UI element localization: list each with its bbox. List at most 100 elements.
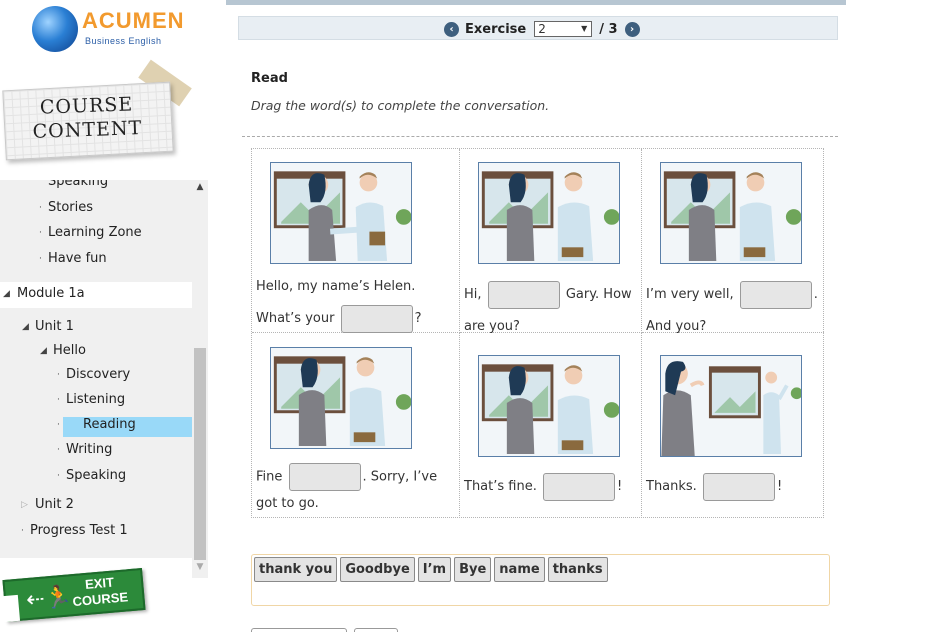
tree-item-label: Reading: [83, 417, 136, 432]
exercise-cell-1: Hello, my name’s Helen. What’s your ?: [252, 149, 460, 333]
exit-label-line2: COURSE: [71, 589, 129, 610]
bullet-icon: ·: [39, 254, 42, 264]
exit-sign[interactable]: ⇠🏃 EXIT COURSE: [1, 567, 146, 623]
collapsed-arrow-icon[interactable]: ▷: [21, 495, 28, 515]
illustration-handshake: [270, 162, 412, 264]
tree-item-hello[interactable]: ◢ Hello: [0, 341, 192, 365]
cell-4-text: Fine . Sorry, I’ve got to go.: [256, 463, 456, 517]
tree-item-label: Module 1a: [17, 286, 85, 301]
prev-exercise-icon[interactable]: ‹: [444, 21, 459, 37]
drop-zone-3[interactable]: [739, 280, 812, 309]
expanded-arrow-icon[interactable]: ◢: [40, 341, 47, 361]
logo-brand: ACUMEN: [82, 8, 185, 33]
word-chip-bye[interactable]: Bye: [454, 557, 492, 582]
acumen-logo: ACUMEN Business English: [28, 4, 188, 56]
word-bank: thank you Goodbye I’m Bye name thanks: [251, 554, 830, 606]
cell-4-text-before: Fine: [256, 469, 283, 485]
illustration-goodbye: [478, 355, 620, 457]
bullet-icon: ·: [21, 526, 24, 536]
exercise-cell-4: Fine . Sorry, I’ve got to go.: [252, 333, 460, 518]
illustration-waving: [660, 355, 802, 457]
cell-6-text: Thanks. !: [646, 471, 822, 503]
globe-icon: [32, 6, 78, 52]
tree-item-label: Listening: [66, 392, 126, 407]
divider: [242, 136, 838, 137]
exercise-total: / 3: [599, 21, 618, 37]
bullet-icon: ·: [39, 203, 42, 213]
tree-item-label: Learning Zone: [48, 225, 142, 240]
bullet-icon: ·: [57, 420, 60, 430]
drop-zone-6[interactable]: [702, 472, 775, 501]
drop-zone-4[interactable]: [288, 463, 361, 491]
tree-item-module-1a[interactable]: ◢ Module 1a: [0, 284, 192, 308]
tree-item-label: Have fun: [48, 251, 107, 266]
cell-5-text-before: That’s fine.: [464, 479, 537, 494]
exit-course-button[interactable]: ⇠🏃 EXIT COURSE: [0, 566, 150, 623]
bullet-icon: ·: [57, 395, 60, 405]
expanded-arrow-icon[interactable]: ◢: [22, 317, 29, 337]
tree-item-discovery[interactable]: · Discovery: [0, 365, 192, 389]
tree-item-writing[interactable]: · Writing: [0, 440, 192, 464]
word-chip-thanks[interactable]: thanks: [547, 557, 608, 582]
exercise-navigator: ‹ Exercise 2 ▼ / 3 ›: [238, 16, 838, 40]
drop-zone-2[interactable]: [487, 280, 560, 309]
tree-item-label: Hello: [53, 343, 86, 358]
word-chip-name[interactable]: name: [494, 557, 545, 582]
tree-item-label: Speaking: [66, 468, 127, 483]
scroll-up-icon[interactable]: ▲: [192, 182, 208, 196]
course-tree: Speaking · Stories · Learning Zone · Hav…: [0, 180, 208, 578]
tree-item-label: Stories: [48, 200, 94, 215]
cell-5-text: That’s fine. !: [464, 471, 640, 503]
illustration-greeting: [478, 162, 620, 264]
tree-item-unit-2[interactable]: ▷ Unit 2: [0, 495, 192, 519]
tree-item-label: Writing: [66, 442, 113, 457]
cell-1-text-after: ?: [414, 311, 422, 326]
cell-2-text-before: Hi,: [464, 287, 482, 302]
tree-item-listening[interactable]: · Listening: [0, 390, 192, 414]
bullet-icon: ·: [57, 471, 60, 481]
cell-6-text-after: !: [776, 479, 783, 494]
reset-button[interactable]: [354, 628, 398, 632]
exercise-grid: Hello, my name’s Helen. What’s your ? Hi…: [251, 148, 824, 518]
tree-item-stories[interactable]: · Stories: [0, 198, 192, 222]
cell-6-text-before: Thanks.: [646, 479, 697, 494]
exercise-cell-6: Thanks. !: [642, 333, 824, 518]
expanded-arrow-icon[interactable]: ◢: [3, 284, 10, 304]
tree-item-progress-test-1[interactable]: · Progress Test 1: [0, 521, 192, 545]
exit-label-line1: EXIT: [84, 574, 115, 592]
tree-item-label: Discovery: [66, 367, 131, 382]
exercise-cell-3: I’m very well, . And you?: [642, 149, 824, 334]
course-content-note: COURSE CONTENT: [0, 59, 195, 162]
tree-item-label: Progress Test 1: [30, 523, 128, 538]
drop-zone-1[interactable]: [340, 304, 413, 333]
tree-scrollbar[interactable]: ▲ ▼: [192, 180, 208, 578]
tree-item-label: Unit 2: [35, 497, 74, 512]
exercise-select[interactable]: 2 ▼: [534, 21, 593, 37]
bullet-icon: ·: [57, 445, 60, 455]
course-content-line2: CONTENT: [32, 117, 143, 143]
scroll-thumb[interactable]: [194, 348, 206, 560]
word-chip-thank-you[interactable]: thank you: [254, 557, 338, 582]
tree-item-speaking[interactable]: · Speaking: [0, 466, 192, 490]
instructions: Drag the word(s) to complete the convers…: [251, 98, 550, 113]
tree-item-reading[interactable]: · Reading: [0, 415, 192, 439]
chevron-down-icon: ▼: [581, 24, 588, 33]
tree-item-learning-zone[interactable]: · Learning Zone: [0, 223, 192, 247]
tree-item-have-fun[interactable]: · Have fun: [0, 249, 192, 273]
word-chip-im[interactable]: I’m: [417, 557, 452, 582]
exercise-cell-2: Hi, Gary. How are you?: [460, 149, 642, 334]
course-content-title: COURSE CONTENT: [21, 92, 153, 145]
tree-item-speaking-top[interactable]: Speaking: [0, 180, 192, 198]
illustration-conversation: [660, 162, 802, 264]
word-chip-goodbye[interactable]: Goodbye: [340, 557, 415, 582]
illustration-farewell: [270, 347, 412, 449]
scroll-down-icon[interactable]: ▼: [192, 562, 208, 576]
bullet-icon: ·: [39, 228, 42, 238]
next-exercise-icon[interactable]: ›: [624, 21, 640, 37]
cell-5-text-after: !: [616, 479, 623, 494]
exit-door: [1, 594, 21, 623]
tree-item-unit-1[interactable]: ◢ Unit 1: [0, 317, 192, 341]
check-button[interactable]: [251, 628, 347, 632]
drop-zone-5[interactable]: [542, 472, 615, 501]
bullet-icon: ·: [57, 370, 60, 380]
